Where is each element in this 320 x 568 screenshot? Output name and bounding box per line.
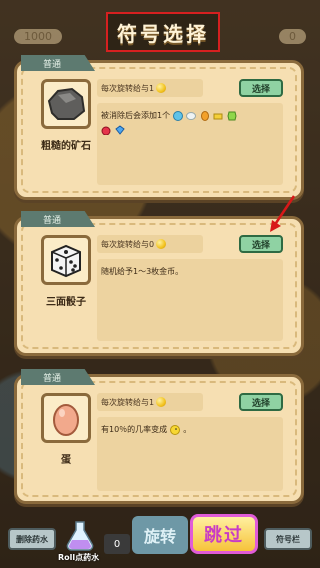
ruby-icon bbox=[101, 126, 111, 135]
gain-text: 每次旋转给与1 bbox=[101, 397, 155, 407]
roll-potion-label: Roll点药水 bbox=[58, 553, 100, 562]
symbol-card-1[interactable]: 普通 粗糙的矿石 每次旋转给与1 选择 被消除后会添加1个 bbox=[14, 55, 304, 200]
skip-button[interactable]: 跳过 bbox=[190, 514, 258, 554]
description-text: 随机给予1～3枚金币。 bbox=[101, 267, 184, 276]
pointer-arrow-icon bbox=[270, 195, 296, 232]
egg-icon bbox=[53, 404, 79, 436]
symbol-name: 三面骰子 bbox=[46, 297, 86, 308]
gain-row: 每次旋转给与1 bbox=[97, 79, 203, 97]
symbol-name: 蛋 bbox=[61, 455, 71, 466]
symbol-icon-box bbox=[41, 235, 91, 285]
description-box: 随机给予1～3枚金币。 bbox=[97, 259, 283, 341]
symbol-card-3[interactable]: 普通 蛋 每次旋转给与1 选择 有10％的几率变成 。 bbox=[14, 369, 304, 504]
gain-row: 每次旋转给与1 bbox=[97, 393, 203, 411]
sapphire-icon bbox=[114, 124, 125, 135]
symbol-card-2[interactable]: 普通 三面骰子 每次旋转给与0 选择 随机给予1～3枚金币。 bbox=[14, 211, 304, 356]
diamond-icon bbox=[172, 110, 183, 121]
description-text: 有10％的几率变成 bbox=[101, 425, 168, 434]
rarity-tag: 普通 bbox=[21, 211, 95, 227]
rarity-tag: 普通 bbox=[21, 55, 95, 71]
page-title: 符号选择 bbox=[117, 21, 209, 46]
gain-row: 每次旋转给与0 bbox=[97, 235, 203, 253]
potion-icon[interactable] bbox=[62, 518, 98, 554]
description-text: 被消除后会添加1个 bbox=[101, 111, 171, 120]
gain-text: 每次旋转给与1 bbox=[101, 83, 155, 93]
bottom-action-bar: 删除药水 Roll点药水 0 旋转 跳过 符号栏 bbox=[0, 510, 320, 568]
select-button[interactable]: 选择 bbox=[239, 79, 283, 97]
symbol-icon-box bbox=[41, 393, 91, 443]
roll-potion-count: 0 bbox=[104, 534, 130, 554]
coin-counter: 1000 bbox=[14, 28, 62, 44]
description-box: 被消除后会添加1个 bbox=[97, 103, 283, 185]
symbol-icon-box bbox=[41, 79, 91, 129]
period-text: 。 bbox=[183, 425, 192, 434]
symbol-bar-button[interactable]: 符号栏 bbox=[264, 528, 312, 550]
chick-icon bbox=[169, 424, 180, 435]
description-box: 有10％的几率变成 。 bbox=[97, 417, 283, 491]
coin-icon bbox=[156, 239, 167, 249]
gold-bar-icon bbox=[213, 113, 223, 119]
select-button[interactable]: 选择 bbox=[239, 393, 283, 411]
symbol-name: 粗糙的矿石 bbox=[41, 141, 91, 152]
select-button[interactable]: 选择 bbox=[239, 235, 283, 253]
title-banner: 符号选择 bbox=[106, 12, 220, 52]
score-counter: 0 bbox=[279, 28, 306, 44]
remove-potion-button[interactable]: 删除药水 bbox=[8, 528, 56, 550]
rarity-tag: 普通 bbox=[21, 369, 95, 385]
rock-icon bbox=[47, 87, 86, 120]
coin-icon bbox=[156, 83, 167, 93]
dice-icon bbox=[51, 244, 81, 278]
pearl-icon bbox=[186, 111, 197, 120]
amber-icon bbox=[200, 110, 209, 121]
coin-icon bbox=[156, 397, 167, 407]
emerald-icon bbox=[227, 111, 237, 120]
spin-button[interactable]: 旋转 bbox=[132, 516, 188, 554]
gain-text: 每次旋转给与0 bbox=[101, 239, 155, 249]
